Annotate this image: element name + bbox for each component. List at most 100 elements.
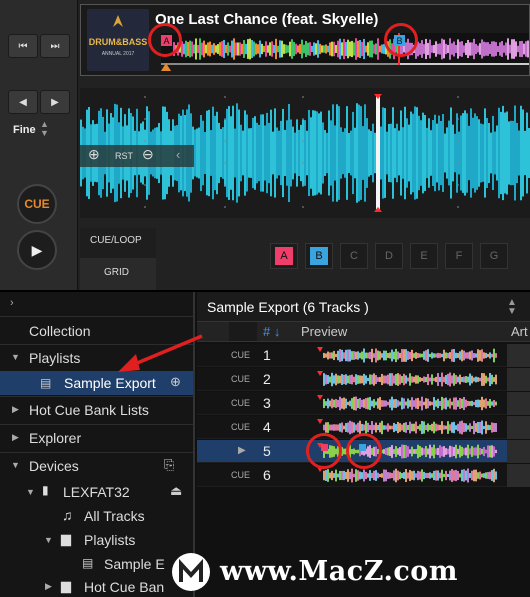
nudge-right-button[interactable]: ▶	[40, 90, 70, 114]
tree-item-device-lexfat32[interactable]: ▼ ▮ LEXFAT32 ⏏	[0, 480, 193, 504]
transport-panel: ⏮ ⏭ ◀ ▶ Fine ▲ ▼ CUE ▶	[0, 0, 78, 290]
column-cue-header	[229, 322, 257, 341]
cue-button[interactable]: CUE	[17, 184, 57, 224]
triangle-right-icon: ▶	[12, 432, 19, 442]
row-preview-waveform[interactable]	[317, 419, 497, 436]
row-preview-waveform[interactable]	[317, 443, 497, 460]
hot-cue-pad-label: B	[310, 247, 328, 265]
cast-icon[interactable]: ⎘	[164, 457, 174, 473]
overview-waveform[interactable]: A B	[161, 33, 529, 65]
highlight-ring-row-b	[346, 433, 382, 469]
hot-cue-pad-e[interactable]: E	[410, 243, 438, 269]
hot-cue-pad-a[interactable]: A	[270, 243, 298, 269]
tree-item-label: Hot Cue Ban	[84, 579, 165, 595]
tree-item-all-tracks[interactable]: ♫ All Tracks	[0, 504, 193, 528]
track-title: One Last Chance (feat. Skyelle)	[155, 11, 379, 28]
zoom-reset-button[interactable]: RST	[115, 151, 133, 161]
tree-item-device-sample[interactable]: ▤ Sample E	[0, 552, 193, 576]
tree-item-label: Playlists	[84, 532, 136, 548]
row-preview-waveform[interactable]	[317, 467, 497, 484]
zoom-controls: ⊕ RST ⊖ ‹	[80, 145, 194, 167]
table-row[interactable]: CUE 1	[197, 344, 530, 367]
artwork-image: DRUM&BASS ANNUAL 2017	[87, 9, 149, 71]
row-artwork-thumbnail	[507, 416, 530, 439]
row-cue-button[interactable]: CUE	[231, 470, 250, 480]
artwork-subtitle: ANNUAL 2017	[102, 51, 135, 57]
chevron-right-icon: ›	[10, 297, 14, 309]
row-play-icon[interactable]: ▶	[238, 445, 246, 456]
usb-drive-icon: ▮	[42, 483, 49, 497]
playhead	[376, 94, 380, 212]
table-row[interactable]: CUE 3	[197, 392, 530, 415]
sort-stepper-icon[interactable]: ▲ ▼	[507, 298, 517, 317]
nudge-left-button[interactable]: ◀	[8, 90, 38, 114]
tree-item-label: Playlists	[29, 350, 81, 366]
row-number: 1	[263, 347, 271, 363]
row-preview-waveform[interactable]	[317, 371, 497, 388]
hot-cue-pad-d[interactable]: D	[375, 243, 403, 269]
artwork-title: DRUM&BASS	[89, 37, 148, 47]
fine-stepper-icon[interactable]: ▲ ▼	[40, 120, 49, 138]
music-note-icon: ♫	[62, 507, 73, 523]
row-preview-waveform[interactable]	[317, 347, 497, 364]
tree-item-label: Devices	[29, 458, 79, 474]
cue-point-marker	[161, 63, 171, 71]
triangle-right-icon: ▶	[12, 404, 19, 414]
tab-cue-loop[interactable]: CUE/LOOP	[80, 228, 156, 258]
row-number: 2	[263, 371, 271, 387]
skip-back-icon[interactable]: ⏮	[8, 34, 38, 58]
tree-item-hot-cue-bank-lists[interactable]: ▶ Hot Cue Bank Lists	[0, 397, 193, 423]
skip-forward-icon[interactable]: ⏭	[40, 34, 70, 58]
watermark-text: www.MacZ.com	[220, 556, 458, 587]
tree-item-explorer[interactable]: ▶ Explorer	[0, 425, 193, 451]
hot-cue-pad-b[interactable]: B	[305, 243, 333, 269]
row-artwork-thumbnail	[507, 368, 530, 391]
row-preview-waveform[interactable]	[317, 395, 497, 412]
hot-cue-pad-g[interactable]: G	[480, 243, 508, 269]
hot-cue-pad-label: A	[275, 247, 293, 265]
eject-icon[interactable]: ⏏	[170, 483, 182, 499]
tree-item-label: Hot Cue Bank Lists	[29, 402, 149, 418]
tree-expand-toggle[interactable]: ›	[0, 294, 193, 314]
column-number-header[interactable]: # ↓	[263, 324, 280, 339]
column-preview-header[interactable]: Preview	[301, 324, 347, 339]
row-cue-button[interactable]: CUE	[231, 374, 250, 384]
tab-grid[interactable]: GRID	[80, 258, 156, 290]
highlight-ring-row-a	[306, 433, 342, 469]
hot-cue-pad-label: G	[489, 250, 499, 262]
deck-panel: ⏮ ⏭ ◀ ▶ Fine ▲ ▼ CUE ▶ DRUM&BASS ANNUAL 2…	[0, 0, 530, 290]
annotation-arrow-icon	[118, 334, 203, 372]
hot-cue-pad-f[interactable]: F	[445, 243, 473, 269]
tree-item-label: Explorer	[29, 430, 82, 446]
row-cue-button[interactable]: CUE	[231, 398, 250, 408]
highlight-ring-a	[148, 23, 182, 57]
tree-item-device-hot-cue[interactable]: ▶ ▆ Hot Cue Ban	[0, 576, 193, 597]
playlist-header: Sample Export (6 Tracks ) ▲ ▼	[197, 292, 530, 322]
tree-item-label: Collection	[29, 323, 91, 339]
hot-cue-pad-label: E	[420, 250, 428, 262]
hot-cue-pad-label: D	[385, 250, 393, 262]
row-artwork-thumbnail	[507, 464, 530, 487]
playlist-title: Sample Export (6 Tracks )	[207, 299, 369, 315]
tree-item-device-playlists[interactable]: ▼ ▆ Playlists	[0, 528, 193, 552]
play-button[interactable]: ▶	[17, 230, 57, 270]
row-number: 3	[263, 395, 271, 411]
hot-cue-pad-label: F	[455, 250, 463, 262]
folder-icon: ▆	[61, 531, 71, 546]
row-cue-button[interactable]: CUE	[231, 422, 250, 432]
triangle-down-icon: ▼	[11, 352, 20, 362]
zoom-out-icon[interactable]: ⊖	[142, 146, 154, 163]
table-row[interactable]: CUE 2	[197, 368, 530, 391]
tree-item-devices[interactable]: ▼ Devices ⎘	[0, 453, 193, 479]
playlist-icon: ▤	[40, 376, 52, 390]
row-artwork-thumbnail	[507, 392, 530, 415]
hot-cue-pad-c[interactable]: C	[340, 243, 368, 269]
hot-cue-pad-label: C	[350, 250, 358, 262]
folder-icon: ▆	[61, 578, 71, 593]
zoom-in-icon[interactable]: ⊕	[88, 146, 100, 163]
watermark-logo-icon	[172, 553, 210, 591]
chevron-left-icon[interactable]: ‹	[176, 147, 180, 162]
row-cue-button[interactable]: CUE	[231, 350, 250, 360]
column-artwork-header[interactable]: Art	[511, 324, 528, 339]
row-number: 5	[263, 443, 271, 459]
